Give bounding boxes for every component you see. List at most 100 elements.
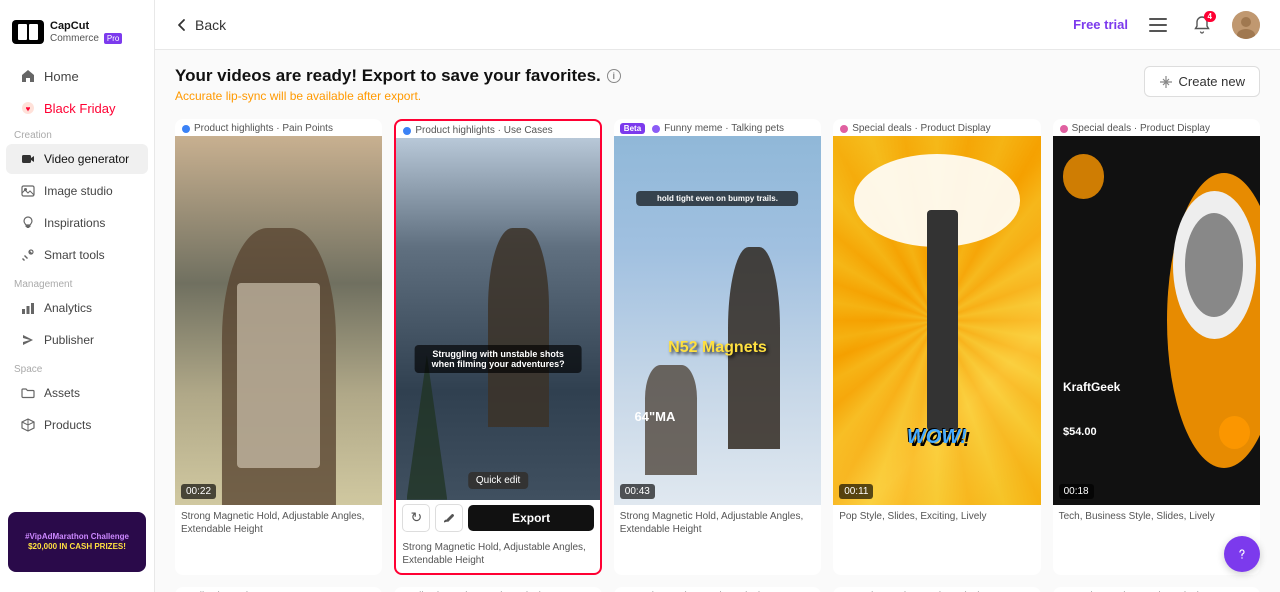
card3-description: Strong Magnetic Hold, Adjustable Angles,… [614, 505, 821, 542]
sidebar-item-image-studio[interactable]: Image studio [6, 176, 148, 206]
video-card-1[interactable]: Product highlights · Pain Points 00:22 S… [175, 119, 382, 575]
card2-actions: ↻ Export [402, 504, 593, 532]
card1-duration: 00:22 [181, 484, 216, 499]
sidebar: CapCut Commerce Pro Home ♥ Black Friday … [0, 0, 155, 592]
export-button[interactable]: Export [468, 505, 593, 531]
banner-content: #VipAdMarathon Challenge$20,000 IN CASH … [8, 512, 146, 572]
topbar: Back Free trial 4 [155, 0, 1280, 50]
purple-dot-icon [651, 124, 661, 134]
sidebar-item-home[interactable]: Home [6, 61, 148, 91]
notification-count: 4 [1204, 11, 1216, 22]
pink-dot2-icon [1059, 124, 1069, 134]
inspiration-icon [20, 215, 36, 231]
card4-duration: 00:11 [839, 484, 873, 499]
card3-thumbnail: hold tight even on bumpy trails. N52 Mag… [614, 136, 821, 505]
logo-text-area: CapCut Commerce Pro [50, 20, 122, 43]
card10-tag: Product reels · Product Display [1053, 587, 1260, 592]
sidebar-item-inspirations[interactable]: Inspirations [6, 208, 148, 238]
card3-duration: 00:43 [620, 484, 655, 499]
edit-button[interactable] [435, 504, 463, 532]
notification-button[interactable]: 4 [1188, 11, 1216, 39]
question-icon [1234, 546, 1250, 562]
refresh-button[interactable]: ↻ [402, 504, 430, 532]
content-area: Your videos are ready! Export to save yo… [155, 50, 1280, 592]
video-card-4[interactable]: Special deals · Product Display WOW! 00:… [833, 119, 1040, 575]
card5-description: Tech, Business Style, Slides, Lively [1053, 505, 1260, 529]
home-icon [20, 68, 36, 84]
card4-thumbnail: WOW! 00:11 [833, 136, 1040, 505]
main-content: Back Free trial 4 [155, 0, 1280, 592]
card5-duration: 00:18 [1059, 484, 1094, 499]
video-grid-row2: TikTok trends · POV OKAY, REAL TALK — EV… [175, 587, 1260, 592]
card4-tag: Special deals · Product Display [833, 119, 1040, 136]
card6-tag: TikTok trends · POV [175, 587, 382, 592]
card5-thumbnail: KraftGeek $54.00 00:18 [1053, 136, 1260, 505]
user-avatar[interactable] [1232, 11, 1260, 39]
free-trial-button[interactable]: Free trial [1073, 17, 1128, 32]
pro-badge: Pro [104, 33, 122, 44]
space-section-label: Space [0, 356, 154, 377]
video-card-6[interactable]: TikTok trends · POV OKAY, REAL TALK — EV… [175, 587, 382, 592]
pink-dot-icon [839, 124, 849, 134]
tag-icon: ♥ [20, 100, 36, 116]
sidebar-item-products[interactable]: Products [6, 410, 148, 440]
quick-edit-tooltip: Quick edit [468, 472, 528, 489]
svg-text:♥: ♥ [26, 105, 31, 114]
card3-size-text: 64"MA [635, 409, 676, 424]
tools-icon [20, 247, 36, 263]
management-section-label: Management [0, 271, 154, 292]
video-grid-row1: Product highlights · Pain Points 00:22 S… [175, 119, 1260, 575]
chart-icon [20, 300, 36, 316]
pencil-icon [443, 512, 455, 524]
video-card-5[interactable]: Special deals · Product Display [1053, 119, 1260, 575]
card3-magnets-text: N52 Magnets [668, 339, 767, 357]
card5-price-text: $54.00 [1063, 426, 1097, 438]
card2-action-area: Quick edit ↻ Export [396, 500, 599, 536]
video-card-8[interactable]: Product reels · Product Display KraftGee… [614, 587, 821, 592]
card1-description: Strong Magnetic Hold, Adjustable Angles,… [175, 505, 382, 542]
card1-thumbnail: 00:22 [175, 136, 382, 505]
blue-dot-icon [181, 124, 191, 134]
sidebar-item-assets[interactable]: Assets [6, 378, 148, 408]
card7-tag: TikTok trends · Product Display [394, 587, 601, 592]
help-button[interactable] [1224, 536, 1260, 572]
card2-tag: Product highlights · Use Cases [396, 121, 599, 138]
page-title-area: Your videos are ready! Export to save yo… [175, 66, 621, 103]
video-card-3[interactable]: Beta Funny meme · Talking pets hold tigh… [614, 119, 821, 575]
video-card-7[interactable]: TikTok trends · Product Display KraftGee… [394, 587, 601, 592]
box-icon [20, 417, 36, 433]
back-button[interactable]: Back [175, 17, 226, 33]
card1-tag: Product highlights · Pain Points [175, 119, 382, 136]
capcut-logo [12, 20, 44, 44]
card4-description: Pop Style, Slides, Exciting, Lively [833, 505, 1040, 529]
back-arrow-icon [175, 18, 189, 32]
card2-description: Strong Magnetic Hold, Adjustable Angles,… [396, 536, 599, 573]
page-subtitle: Accurate lip-sync will be available afte… [175, 89, 621, 103]
video-card-9[interactable]: Product reels · Product Display KraftGee… [833, 587, 1040, 592]
sidebar-item-smart-tools[interactable]: Smart tools [6, 240, 148, 270]
info-icon[interactable]: i [607, 69, 621, 83]
video-card-10[interactable]: Product reels · Product Display [1053, 587, 1260, 592]
folder-icon [20, 385, 36, 401]
card3-overlay-text: hold tight even on bumpy trails. [637, 191, 799, 206]
menu-icon-button[interactable] [1144, 11, 1172, 39]
page-header: Your videos are ready! Export to save yo… [175, 66, 1260, 103]
video-card-2[interactable]: Product highlights · Use Cases Strugglin… [394, 119, 601, 575]
sidebar-item-analytics[interactable]: Analytics [6, 293, 148, 323]
page-title: Your videos are ready! Export to save yo… [175, 66, 621, 86]
create-new-button[interactable]: Create new [1144, 66, 1260, 97]
sidebar-banner[interactable]: #VipAdMarathon Challenge$20,000 IN CASH … [0, 504, 154, 580]
card4-wow-text: WOW! [907, 426, 967, 449]
sidebar-item-publisher[interactable]: Publisher [6, 325, 148, 355]
send-icon [20, 332, 36, 348]
card9-tag: Product reels · Product Display [833, 587, 1040, 592]
sparkle-icon [1159, 75, 1173, 89]
logo-area: CapCut Commerce Pro [0, 12, 154, 60]
sidebar-item-blackfriday[interactable]: ♥ Black Friday [6, 93, 148, 123]
card3-tag: Beta Funny meme · Talking pets [614, 119, 821, 136]
avatar-image [1232, 11, 1260, 39]
blue-dot2-icon [402, 126, 412, 136]
sidebar-item-video-generator[interactable]: Video generator [6, 144, 148, 174]
card8-tag: Product reels · Product Display [614, 587, 821, 592]
beta-badge: Beta [620, 123, 645, 134]
